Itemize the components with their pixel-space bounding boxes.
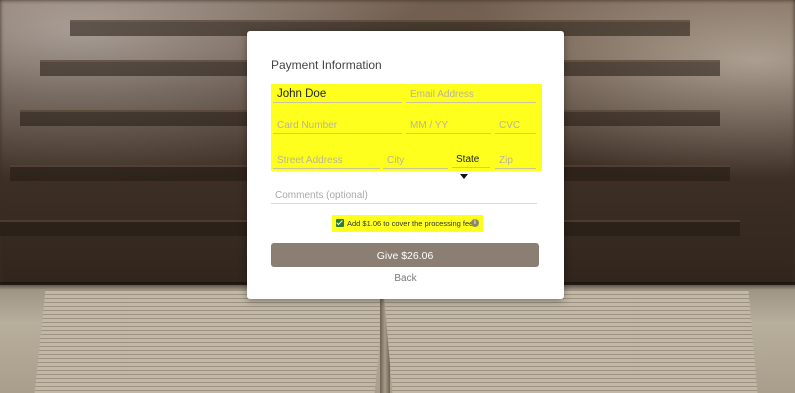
fee-checkbox[interactable] [336, 219, 344, 227]
cvc-field[interactable]: CVC [495, 117, 536, 134]
back-link[interactable]: Back [247, 273, 564, 284]
caret-down-icon [460, 173, 468, 179]
email-field[interactable]: Email Address [406, 86, 536, 103]
comments-field[interactable]: Comments (optional) [271, 187, 537, 204]
expiry-field[interactable]: MM / YY [406, 117, 491, 134]
card-number-field[interactable]: Card Number [273, 117, 402, 134]
payment-card: Payment Information John Doe Email Addre… [247, 31, 564, 299]
payment-title: Payment Information [271, 58, 382, 72]
bible-right-page [383, 290, 758, 393]
state-label: State [456, 154, 480, 165]
info-icon[interactable]: i [471, 219, 479, 227]
give-button[interactable]: Give $26.06 [271, 243, 539, 267]
name-field[interactable]: John Doe [273, 86, 402, 103]
city-field[interactable]: City [383, 152, 448, 169]
state-select[interactable]: State [452, 151, 490, 179]
processing-fee-option[interactable]: Add $1.06 to cover the processing fee i [332, 215, 483, 232]
zip-field[interactable]: Zip [495, 152, 536, 169]
fee-label: Add $1.06 to cover the processing fee [347, 219, 474, 228]
street-address-field[interactable]: Street Address [273, 152, 380, 169]
bible-left-page [34, 290, 386, 393]
